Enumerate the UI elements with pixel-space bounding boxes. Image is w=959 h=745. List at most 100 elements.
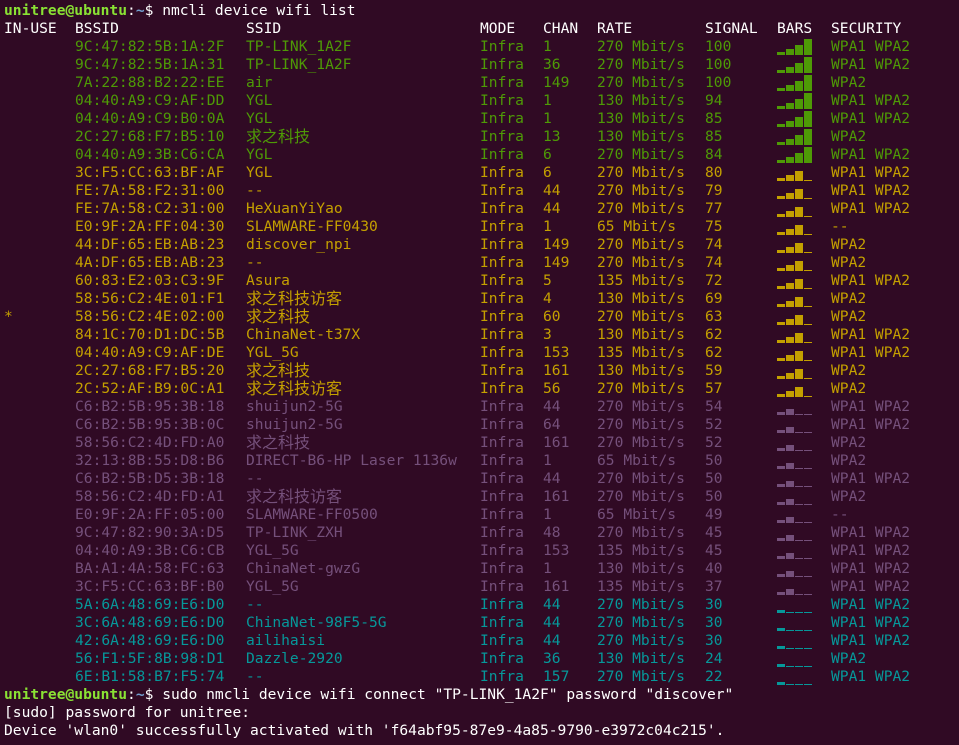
cell-mode: Infra [480,254,524,271]
cell-chan: 44 [543,200,561,217]
table-row: 58:56:C2:4D:FD:A0 求之科技 Infra 161 270 Mbit/s 5… [0,434,959,452]
signal-bar [786,499,794,505]
signal-bar [795,279,803,289]
table-row: 6E:B1:58:B7:F5:74 -- Infra 157 270 Mbit/s 22 W… [0,668,959,686]
cell-bssid: 04:40:A9:3B:C6:CB [75,542,225,559]
signal-bar [804,93,812,109]
cell-ssid: 求之科技访客 [246,379,343,398]
cell-bssid: 2C:27:68:F7:B5:10 [75,128,225,145]
cell-chan: 36 [543,650,561,667]
signal-bar [786,157,794,163]
cell-bssid: 3C:F5:CC:63:BF:B0 [75,578,225,595]
command-text: sudo nmcli device wifi connect "TP-LINK_… [162,686,734,703]
signal-bar [777,556,785,559]
cell-signal: 37 [705,578,723,595]
table-row: 2C:27:68:F7:B5:10 求之科技 Infra 13 130 Mbit/s 85… [0,128,959,146]
cell-signal: 80 [705,164,723,181]
signal-bar [795,243,803,253]
header-rate: RATE [597,20,633,37]
cell-mode: Infra [480,56,524,73]
cell-bssid: BA:A1:4A:58:FC:63 [75,560,225,577]
signal-bar [777,232,785,235]
cell-bssid: 04:40:A9:C9:AF:DE [75,344,225,361]
cell-mode: Infra [480,524,524,541]
signal-bar [804,111,812,127]
cell-signal: 50 [705,452,723,469]
table-row: 3C:6A:48:69:E6:D0 ChinaNet-98F5-5G Infra 44… [0,614,959,632]
cell-bssid: 9C:47:82:90:3A:D5 [75,524,225,541]
cell-security: WPA1 WPA2 [831,38,911,55]
cell-chan: 36 [543,56,561,73]
table-row: * 58:56:C2:4E:02:00 求之科技 Infra 60 270 Mbit/s 6… [0,308,959,326]
signal-bar [777,142,785,145]
cell-bssid: FE:7A:58:C2:31:00 [75,200,225,217]
cell-chan: 1 [543,92,552,109]
cell-chan: 1 [543,452,552,469]
table-row: 04:40:A9:C9:B0:0A YGL Infra 1 130 Mbit/s 85 WP… [0,110,959,128]
cell-mode: Infra [480,380,524,397]
signal-bar [804,180,812,181]
signal-bar [786,684,794,685]
cell-rate: 65 Mbit/s [597,452,677,469]
cell-chan: 60 [543,308,561,325]
signal-bar [795,666,803,667]
table-header: IN-USE BSSID SSID MODE CHAN RATE SIGNAL … [0,20,959,38]
table-row: 2C:27:68:F7:B5:20 求之科技 Infra 161 130 Mbit/s 5… [0,362,959,380]
cell-mode: Infra [480,164,524,181]
cell-ssid: ChinaNet-98F5-5G [246,614,387,631]
cell-chan: 153 [543,542,570,559]
cell-security: WPA1 WPA2 [831,614,911,631]
signal-bar [777,466,785,469]
signal-bar [777,610,785,613]
cell-security: -- [831,506,849,523]
cell-rate: 270 Mbit/s [597,236,685,253]
cell-signal: 69 [705,290,723,307]
signal-bar [786,229,794,235]
signal-bar [804,504,812,505]
cell-bssid: 04:40:A9:3B:C6:CA [75,146,225,163]
cell-chan: 161 [543,434,570,451]
cell-signal: 40 [705,560,723,577]
signal-bar [804,666,812,667]
signal-bar [804,360,812,361]
cell-chan: 44 [543,470,561,487]
cell-signal: 74 [705,236,723,253]
terminal-window[interactable]: unitree@ubuntu:~$ nmcli device wifi list… [0,0,959,745]
cell-rate: 130 Mbit/s [597,560,685,577]
signal-bar [777,664,785,667]
cell-signal: 57 [705,380,723,397]
signal-bar [804,450,812,451]
cell-chan: 1 [543,218,552,235]
cell-signal: 24 [705,650,723,667]
signal-bar [777,394,785,397]
cell-security: WPA1 WPA2 [831,56,911,73]
cell-rate: 130 Mbit/s [597,290,685,307]
signal-bar [804,540,812,541]
cell-signal: 30 [705,596,723,613]
cell-rate: 270 Mbit/s [597,470,685,487]
cell-mode: Infra [480,578,524,595]
cell-ssid: 求之科技 [246,127,311,146]
cell-ssid: air [246,74,273,91]
signal-bar [786,283,794,289]
cell-bssid: 3C:F5:CC:63:BF:AF [75,164,225,181]
cell-mode: Infra [480,92,524,109]
cell-mode: Infra [480,506,524,523]
cell-signal: 22 [705,668,723,685]
prompt-path: ~ [135,686,145,703]
signal-bar [795,504,803,505]
cell-signal: 52 [705,416,723,433]
signal-bar [804,216,812,217]
cell-bssid: 4A:DF:65:EB:AB:23 [75,254,225,271]
signal-bar [786,481,794,487]
prompt-line-1: unitree@ubuntu:~$ nmcli device wifi list [4,2,356,20]
prompt-colon: : [127,686,136,703]
cell-ssid: shuijun2-5G [246,398,343,415]
cell-bssid: 2C:52:AF:B9:0C:A1 [75,380,225,397]
signal-bar [804,39,812,55]
table-row: E0:9F:2A:FF:05:00 SLAMWARE-FF0500 Infra 1 65… [0,506,959,524]
cell-signal: 54 [705,398,723,415]
cell-signal: 100 [705,56,732,73]
signal-bar [795,486,803,487]
signal-bar [786,337,794,343]
